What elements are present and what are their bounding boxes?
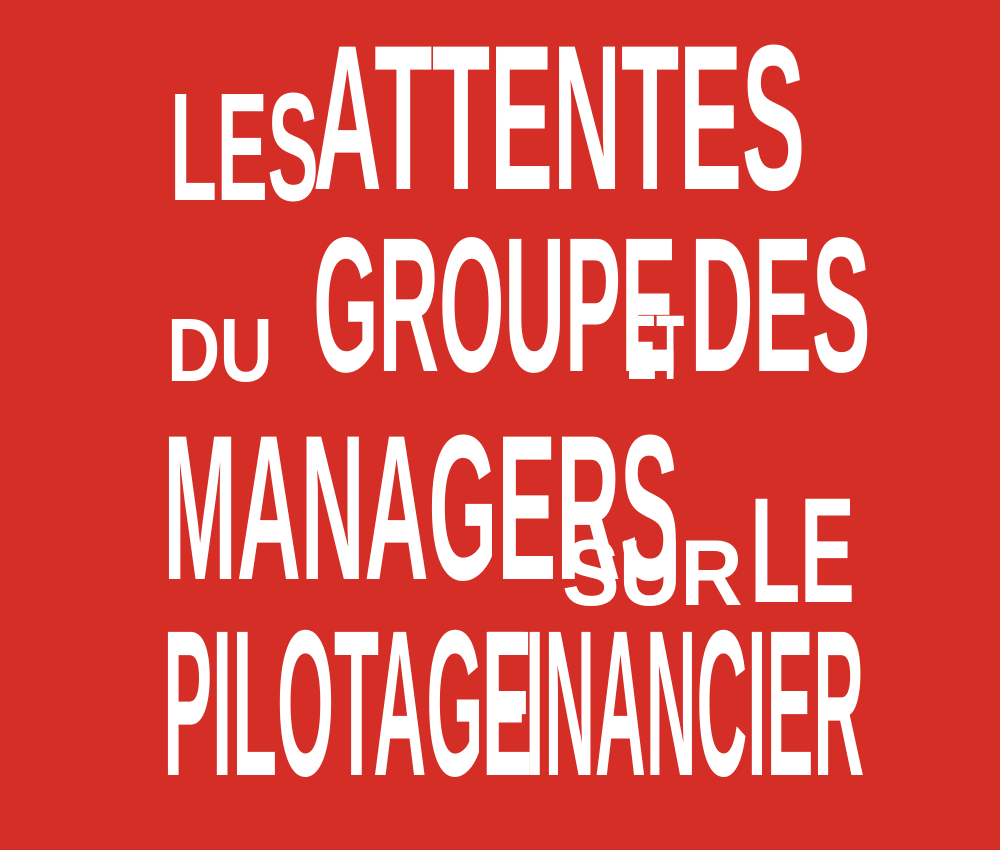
title-poster: LES ATTENTES DU GROUPE ET DES MANAGERS S… bbox=[0, 0, 1000, 850]
title-word-pilotage: PILOTAGE bbox=[163, 588, 533, 820]
title-word-financier: FINANCIER bbox=[482, 588, 864, 820]
title-word-du: DU bbox=[167, 301, 273, 401]
title-word-les: LES bbox=[170, 61, 319, 233]
title-word-groupe: GROUPE bbox=[313, 197, 677, 412]
title-word-et: ET bbox=[626, 297, 684, 399]
title-word-des: DES bbox=[690, 197, 871, 412]
title-word-attentes: ATTENTES bbox=[313, 2, 805, 233]
